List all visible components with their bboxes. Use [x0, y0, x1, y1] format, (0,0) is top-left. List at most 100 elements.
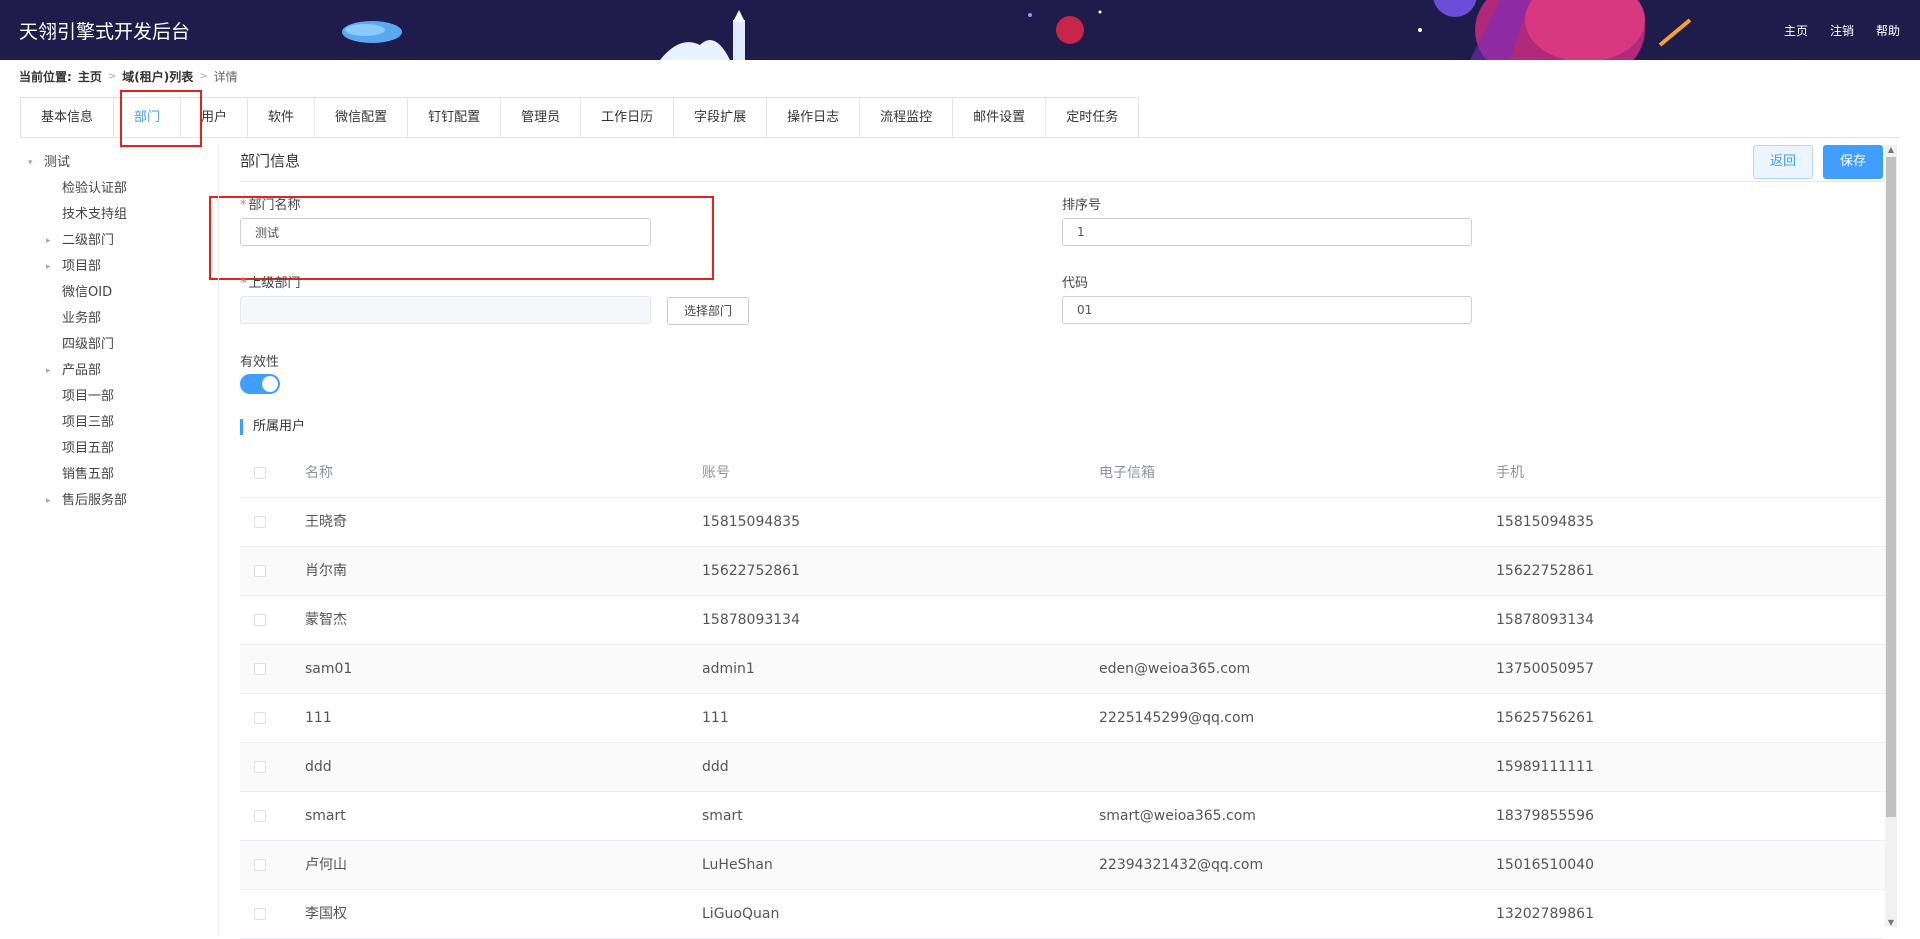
tree-item[interactable]: ▸ 项目部 [20, 254, 215, 280]
top-header: 天翎引擎式开发后台 主页 注销 帮助 [0, 0, 1920, 60]
tab-process-monitor[interactable]: 流程监控 [860, 98, 954, 138]
table-header: 名称 账号 电子信箱 手机 [240, 449, 1885, 498]
tab-dingtalk-config[interactable]: 钉钉配置 [408, 98, 502, 138]
column-header-account[interactable]: 账号 [702, 449, 730, 497]
tree-item[interactable]: 业务部 [20, 306, 215, 332]
user-email-cell: smart@weioa365.com [1099, 808, 1256, 824]
tab-work-calendar[interactable]: 工作日历 [581, 98, 675, 138]
breadcrumb-separator-icon: > [107, 71, 117, 82]
save-button[interactable]: 保存 [1823, 145, 1883, 179]
user-phone-cell: 13750050957 [1496, 661, 1594, 677]
parent-dept-label-text: 上级部门 [248, 276, 301, 291]
tab-field-extension[interactable]: 字段扩展 [674, 98, 768, 138]
user-account-cell: smart [702, 808, 743, 824]
vertical-scrollbar[interactable]: ▲ ▼ [1885, 145, 1897, 927]
tab-basic-info[interactable]: 基本信息 [21, 98, 115, 138]
column-header-email[interactable]: 电子信箱 [1099, 449, 1155, 497]
row-checkbox[interactable] [254, 565, 266, 577]
table-row[interactable]: 王晓奇 15815094835 15815094835 [240, 498, 1885, 547]
row-checkbox[interactable] [254, 712, 266, 724]
select-all-checkbox[interactable] [254, 467, 266, 479]
table-row[interactable]: ddd ddd 15989111111 [240, 743, 1885, 792]
tab-mail-settings[interactable]: 邮件设置 [953, 98, 1047, 138]
tree-item-label: 项目一部 [62, 389, 115, 404]
table-row[interactable]: 蒙智杰 15878093134 15878093134 [240, 596, 1885, 645]
user-account-cell: admin1 [702, 661, 755, 677]
tab-software[interactable]: 软件 [248, 98, 316, 138]
tree-item[interactable]: 四级部门 [20, 332, 215, 358]
user-phone-cell: 13202789861 [1496, 906, 1594, 922]
caret-right-icon[interactable]: ▸ [46, 254, 51, 280]
user-account-cell: LiGuoQuan [702, 906, 780, 922]
row-checkbox[interactable] [254, 516, 266, 528]
tree-item[interactable]: 项目五部 [20, 436, 215, 462]
sort-order-label: 排序号 [1062, 198, 1102, 213]
nav-help-link[interactable]: 帮助 [1876, 22, 1900, 39]
column-header-name[interactable]: 名称 [305, 449, 333, 497]
user-name-cell: sam01 [305, 661, 353, 677]
table-row[interactable]: smart smart smart@weioa365.com 18379855596 [240, 792, 1885, 841]
caret-down-icon: ▾ [28, 158, 33, 168]
tree-item[interactable]: 销售五部 [20, 462, 215, 488]
table-row[interactable]: 111 111 2225145299@qq.com 15625756261 [240, 694, 1885, 743]
select-dept-button[interactable]: 选择部门 [667, 297, 750, 325]
scroll-down-arrow-icon[interactable]: ▼ [1885, 918, 1897, 927]
row-checkbox[interactable] [254, 810, 266, 822]
table-row[interactable]: sam01 admin1 eden@weioa365.com 13750050957 [240, 645, 1885, 694]
scroll-up-arrow-icon[interactable]: ▲ [1885, 145, 1897, 154]
users-section-title: 所属用户 [240, 419, 305, 435]
tree-divider [218, 146, 219, 936]
tree-item[interactable]: 项目三部 [20, 410, 215, 436]
tree-item-label: 微信OID [62, 285, 113, 300]
table-row[interactable]: 李国权 LiGuoQuan 13202789861 [240, 890, 1885, 939]
caret-right-icon[interactable]: ▸ [46, 228, 51, 254]
user-name-cell: 王晓奇 [305, 514, 347, 530]
tree-item-label: 产品部 [62, 363, 102, 378]
user-phone-cell: 15016510040 [1496, 857, 1594, 873]
tab-admins[interactable]: 管理员 [501, 98, 582, 138]
tree-item[interactable]: ▸ 产品部 [20, 358, 215, 384]
tree-root[interactable]: ▾ 测试 [20, 150, 215, 176]
validity-toggle[interactable] [240, 374, 280, 394]
table-row[interactable]: 肖尔南 15622752861 15622752861 [240, 547, 1885, 596]
code-input[interactable] [1062, 296, 1472, 324]
dept-name-input[interactable] [240, 218, 651, 246]
row-checkbox[interactable] [254, 859, 266, 871]
row-checkbox[interactable] [254, 614, 266, 626]
user-account-cell: LuHeShan [702, 857, 773, 873]
user-phone-cell: 15625756261 [1496, 710, 1594, 726]
tree-item-label: 项目部 [62, 259, 102, 274]
tree-item[interactable]: ▸ 二级部门 [20, 228, 215, 254]
tree-item[interactable]: 项目一部 [20, 384, 215, 410]
toggle-knob [262, 376, 278, 392]
row-checkbox[interactable] [254, 663, 266, 675]
tab-operation-log[interactable]: 操作日志 [767, 98, 861, 138]
breadcrumb-separator-icon: > [199, 71, 208, 82]
caret-right-icon[interactable]: ▸ [46, 358, 51, 384]
code-label: 代码 [1062, 276, 1089, 291]
sort-order-input[interactable] [1062, 218, 1472, 246]
nav-home-link[interactable]: 主页 [1784, 22, 1808, 39]
breadcrumb-home[interactable]: 主页 [78, 68, 102, 85]
user-account-cell: 15622752861 [702, 563, 800, 579]
row-checkbox[interactable] [254, 761, 266, 773]
tab-wechat-config[interactable]: 微信配置 [315, 98, 409, 138]
tree-item[interactable]: 微信OID [20, 280, 215, 306]
user-name-cell: 卢何山 [305, 857, 347, 873]
user-name-cell: 肖尔南 [305, 563, 347, 579]
back-button[interactable]: 返回 [1753, 145, 1813, 179]
row-checkbox[interactable] [254, 908, 266, 920]
table-row[interactable]: 卢何山 LuHeShan 22394321432@qq.com 15016510040 [240, 841, 1885, 890]
breadcrumb-prefix: 当前位置: [19, 70, 72, 84]
tree-item[interactable]: 技术支持组 [20, 202, 215, 228]
tree-item[interactable]: ▸ 售后服务部 [20, 488, 215, 514]
breadcrumb: 当前位置: 主页 > 域(租户)列表 > 详情 [19, 68, 238, 85]
column-header-phone[interactable]: 手机 [1496, 449, 1524, 497]
caret-right-icon[interactable]: ▸ [46, 488, 51, 514]
tree-item[interactable]: 检验认证部 [20, 176, 215, 202]
tab-scheduled-tasks[interactable]: 定时任务 [1046, 98, 1138, 138]
scrollbar-thumb[interactable] [1886, 157, 1896, 817]
breadcrumb-tenant-list[interactable]: 域(租户)列表 [122, 68, 193, 85]
nav-logout-link[interactable]: 注销 [1830, 22, 1854, 39]
breadcrumb-current: 详情 [213, 70, 238, 84]
